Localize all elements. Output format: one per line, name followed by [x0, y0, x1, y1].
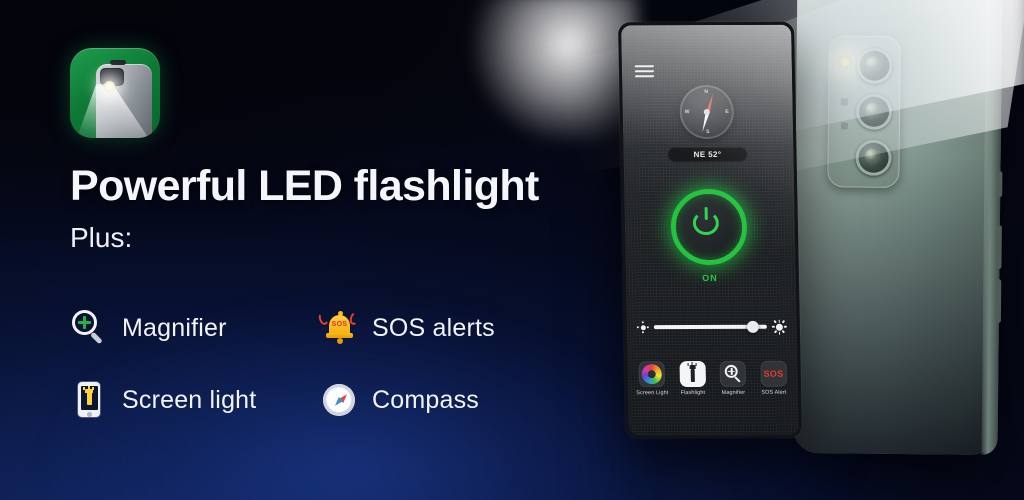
subtitle: Plus: — [70, 222, 133, 253]
heading-readout: NE 52° — [667, 146, 748, 163]
sos-bell-icon: SOS — [317, 309, 361, 347]
feature-list: Magnifier SOS SOS alerts Screen light Co… — [70, 292, 540, 436]
compass-direction-w: W — [684, 109, 690, 116]
screen-light-phone-icon — [70, 381, 108, 419]
app-icon-phone-nub — [110, 60, 126, 65]
camera-lens — [855, 93, 893, 130]
heading-value: NE 52° — [693, 149, 722, 160]
app-icon-led — [103, 80, 116, 93]
camera-sensor — [839, 121, 849, 131]
magnifier-plus-icon — [70, 309, 108, 347]
dock-item-screen-light[interactable]: Screen Light — [633, 361, 672, 396]
flashlight-torch-icon — [679, 361, 706, 388]
phone-rear-shadow — [792, 155, 1001, 456]
camera-lens — [855, 139, 892, 176]
magnifier-icon — [719, 360, 747, 387]
dock-label: Screen Light — [636, 390, 669, 397]
power-toggle-button[interactable]: ON — [670, 188, 748, 283]
hamburger-menu-icon[interactable] — [634, 65, 655, 78]
phone-front-device: N E S W NE 52° ON Screen Light Flashligh… — [617, 21, 803, 439]
dock-item-flashlight[interactable]: Flashlight — [673, 361, 712, 396]
light-beam-core — [468, 0, 638, 142]
feature-label: Magnifier — [122, 313, 227, 342]
power-side-button — [995, 279, 1002, 324]
camera-module — [827, 35, 901, 189]
dock-label: SOS Alert — [761, 389, 787, 396]
compass-icon — [320, 381, 358, 419]
feature-label: Screen light — [122, 385, 257, 414]
sos-text: SOS — [763, 368, 784, 379]
sun-small-icon — [636, 321, 649, 334]
side-button — [997, 171, 1003, 198]
power-state-label: ON — [702, 272, 718, 284]
compass-dial[interactable]: N E S W — [679, 84, 735, 140]
feature-sos-alerts: SOS SOS alerts — [317, 292, 540, 364]
feature-screen-light: Screen light — [70, 364, 320, 436]
dock-item-magnifier[interactable]: Magnifier — [714, 360, 753, 396]
camera-lens — [856, 47, 893, 84]
color-wheel-icon — [638, 361, 666, 388]
dock-label: Flashlight — [680, 389, 706, 397]
brightness-track[interactable] — [653, 320, 767, 333]
app-screen: N E S W NE 52° ON Screen Light Flashligh… — [621, 24, 799, 436]
camera-sensor — [840, 97, 850, 107]
dock-label: Magnifier — [721, 389, 746, 396]
brightness-knob[interactable] — [746, 320, 759, 333]
power-icon — [692, 207, 720, 236]
feature-label: Compass — [372, 385, 479, 414]
sun-large-icon — [771, 319, 787, 335]
compass-direction-s: S — [706, 129, 710, 136]
compass-hub — [703, 109, 710, 116]
dock-item-sos-alert[interactable]: SOS SOS Alert — [754, 360, 793, 396]
promo-banner: Powerful LED flashlight Plus: Magnifier … — [0, 0, 1024, 500]
feature-compass: Compass — [320, 364, 540, 436]
flashlight-app-icon — [70, 48, 160, 138]
volume-button — [996, 225, 1002, 270]
bottom-toolbar: Screen Light Flashlight Magnifier SOS SO… — [628, 360, 799, 424]
sos-text-icon: SOS — [760, 360, 787, 387]
page-title: Powerful LED flashlight — [70, 162, 539, 210]
compass-direction-n: N — [704, 89, 709, 96]
brightness-slider-row[interactable] — [636, 319, 787, 336]
feature-magnifier: Magnifier — [70, 292, 320, 364]
led-flash — [838, 55, 852, 69]
phone-rear-device — [792, 0, 1003, 456]
feature-label: SOS alerts — [372, 313, 495, 342]
compass-direction-e: E — [725, 108, 729, 115]
